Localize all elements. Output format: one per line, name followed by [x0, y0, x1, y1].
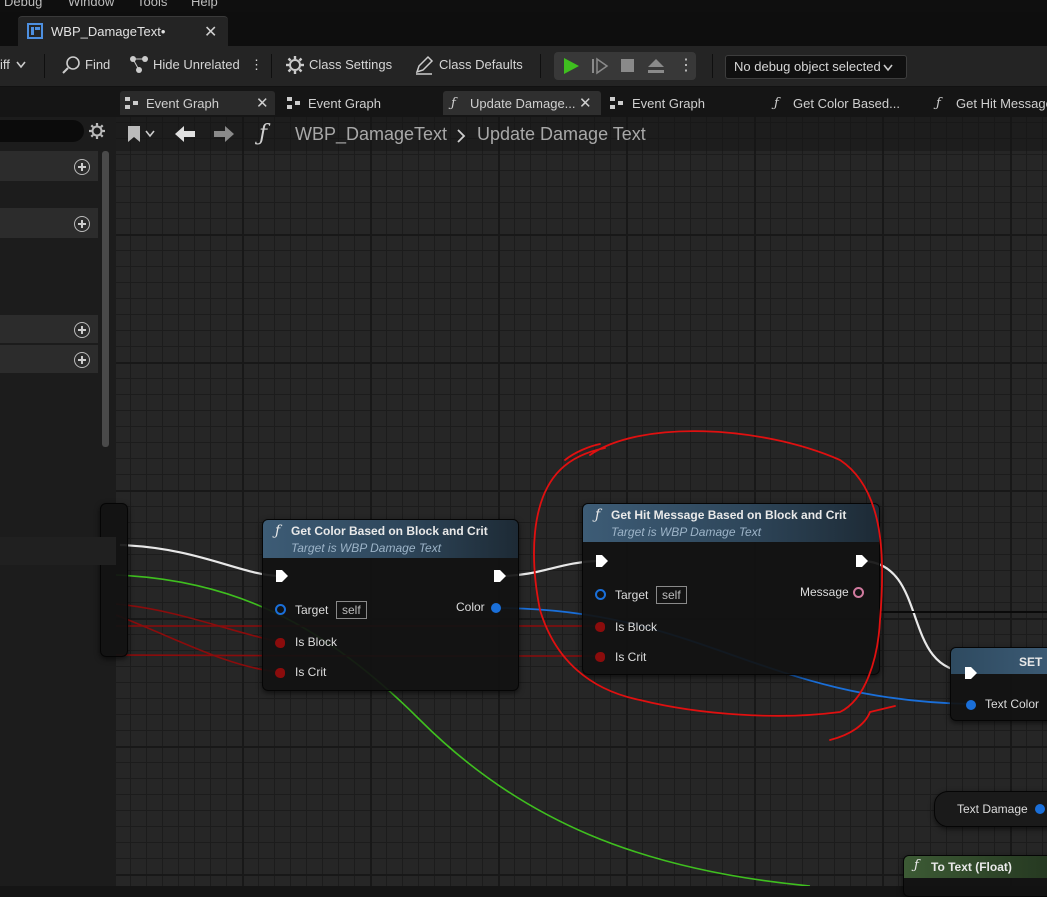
target-pin[interactable] — [595, 589, 606, 600]
bookmark-icon[interactable] — [126, 125, 142, 143]
node-title: Get Color Based on Block and Crit — [291, 524, 488, 538]
exec-wire — [119, 543, 281, 578]
self-value-box[interactable]: self — [656, 586, 687, 604]
exec-in-pin[interactable] — [595, 554, 609, 568]
is-crit-pin[interactable] — [275, 668, 285, 678]
message-out-pin[interactable] — [853, 587, 864, 598]
is-block-pin[interactable] — [275, 638, 285, 648]
chevron-right-icon — [457, 129, 466, 143]
node-title: SET — [1019, 655, 1043, 669]
exec-out-pin[interactable] — [855, 554, 869, 568]
pin-label: Color — [456, 600, 485, 614]
function-icon: ƒ — [275, 523, 281, 539]
set-node[interactable]: SET Text Color — [950, 647, 1047, 721]
back-arrow-icon[interactable] — [174, 125, 196, 143]
pin-label: Is Crit — [615, 650, 647, 664]
exec-in-pin[interactable] — [964, 666, 978, 680]
get-color-node[interactable]: ƒ Get Color Based on Block and Crit Targ… — [262, 519, 519, 691]
pin-label: Message — [800, 585, 849, 599]
partial-node[interactable] — [100, 503, 128, 657]
bool-wire — [115, 603, 281, 643]
node-title: Text Damage — [957, 802, 1028, 816]
pin-label: Target — [295, 603, 329, 617]
pin-label: Is Crit — [295, 665, 327, 679]
pin-label: Target — [615, 588, 649, 602]
target-pin[interactable] — [275, 604, 286, 615]
chevron-down-icon[interactable] — [145, 130, 155, 138]
function-icon: ƒ — [914, 858, 919, 873]
function-icon: ƒ — [595, 507, 601, 523]
exec-in-pin[interactable] — [275, 569, 289, 583]
breadcrumb: ƒ WBP_DamageText Update Damage Text — [116, 117, 1047, 151]
function-icon: ƒ — [259, 121, 268, 146]
breadcrumb-function[interactable]: Update Damage Text — [477, 124, 646, 145]
forward-arrow-icon[interactable] — [213, 125, 235, 143]
self-value-box[interactable]: self — [336, 601, 367, 619]
panel-row — [0, 537, 116, 565]
node-title: To Text (Float) — [931, 860, 1012, 874]
pin-label: Text Color — [985, 697, 1040, 711]
pin-label: Is Block — [295, 635, 338, 649]
is-block-pin[interactable] — [595, 622, 605, 632]
bool-wire — [115, 614, 281, 673]
breadcrumb-blueprint[interactable]: WBP_DamageText — [295, 124, 447, 145]
text-color-pin[interactable] — [966, 700, 976, 710]
get-hit-message-node[interactable]: ƒ Get Hit Message Based on Block and Cri… — [582, 503, 880, 675]
text-damage-node[interactable]: Text Damage — [934, 791, 1047, 827]
node-subtitle: Target is WBP Damage Text — [611, 525, 762, 539]
node-title: Get Hit Message Based on Block and Crit — [611, 508, 847, 522]
color-out-pin[interactable] — [491, 603, 501, 613]
is-crit-pin[interactable] — [595, 652, 605, 662]
pin-label: Is Block — [615, 620, 658, 634]
node-subtitle: Target is WBP Damage Text — [291, 541, 442, 555]
to-text-float-node[interactable]: ƒ To Text (Float) — [903, 855, 1047, 897]
text-damage-out-pin[interactable] — [1035, 804, 1045, 814]
exec-out-pin[interactable] — [493, 569, 507, 583]
